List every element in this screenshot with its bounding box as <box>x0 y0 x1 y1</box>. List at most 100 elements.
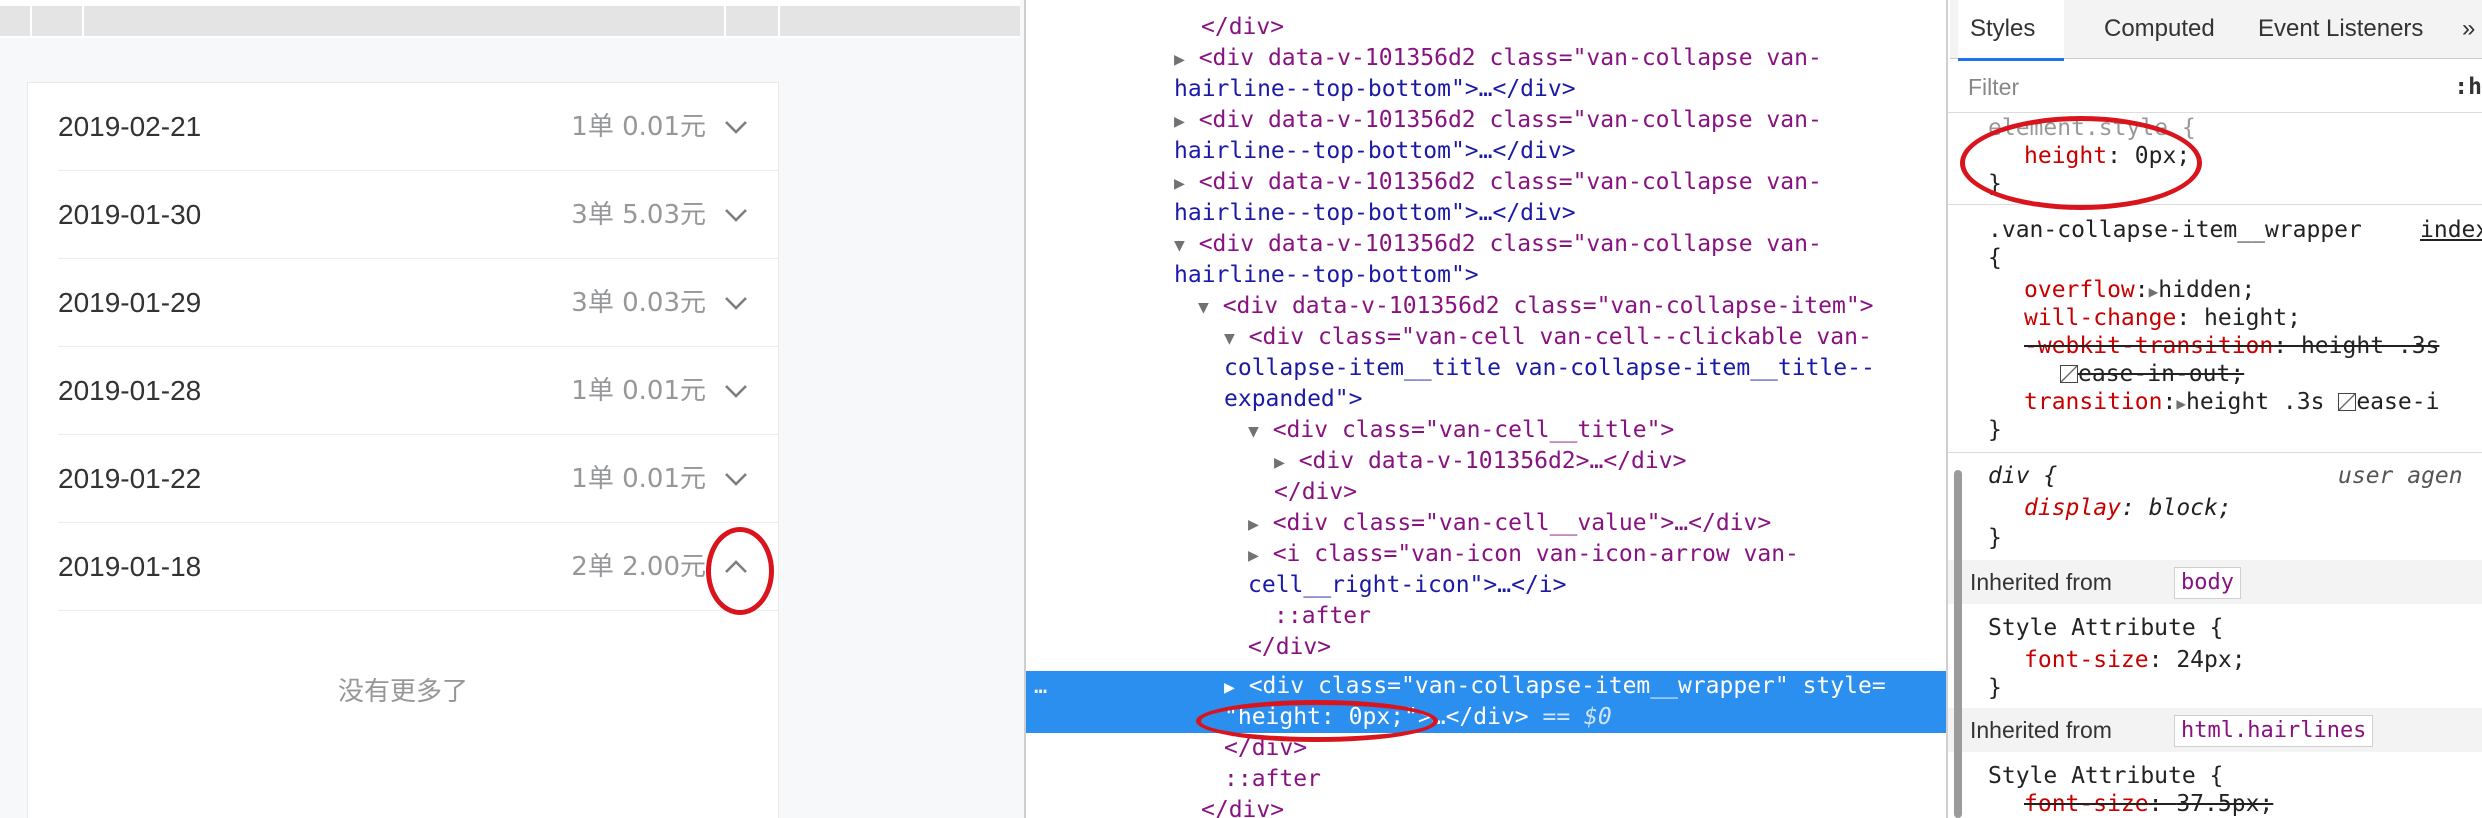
tab-overflow-chevron-icon[interactable]: » <box>2462 0 2475 58</box>
chevron-down-icon[interactable] <box>722 113 750 141</box>
expanded-triangle-icon[interactable]: ▼ <box>1224 328 1235 349</box>
collapse-row[interactable]: 2019-01-29 3单 0.03元 <box>28 259 778 347</box>
more-options-icon[interactable]: … <box>1034 671 1047 702</box>
rule-selector: Style Attribute { <box>1988 615 2224 641</box>
inherited-label: Inherited from <box>1970 569 2112 595</box>
dom-line[interactable]: ▶ <div data-v-101356d2 class="van-collap… <box>1174 43 1948 74</box>
css-declaration: display: block; <box>2024 495 2232 521</box>
collapse-row[interactable]: 2019-02-21 1单 0.01元 <box>28 83 778 171</box>
rule-source: user agen <box>2338 463 2463 489</box>
dom-line-cont[interactable]: collapse-item__title van-collapse-item__… <box>1224 353 1948 384</box>
dom-line[interactable]: ▶ <div data-v-101356d2 class="van-collap… <box>1174 105 1948 136</box>
divider <box>1948 112 2482 113</box>
rule-selector: .van-collapse-item__wrapper <box>1988 217 2362 243</box>
collapse-list: 2019-02-21 1单 0.01元 2019-01-30 3单 5.03元 … <box>28 83 778 818</box>
chevron-down-icon[interactable] <box>722 465 750 493</box>
tab-computed[interactable]: Computed <box>2104 0 2215 58</box>
row-date: 2019-01-18 <box>58 551 202 582</box>
dom-line[interactable]: ▶ <div data-v-101356d2>…</div> <box>1274 446 1948 477</box>
expanded-triangle-icon[interactable]: ▼ <box>1248 421 1259 442</box>
rule-close: } <box>1988 417 2002 443</box>
styles-filter-input[interactable]: Filter :h <box>1968 66 2482 108</box>
styles-scrollbar[interactable] <box>1954 470 1962 818</box>
easing-editor-icon[interactable] <box>2338 393 2357 411</box>
dom-line[interactable]: ▼ <div data-v-101356d2 class="van-collap… <box>1198 291 1948 322</box>
collapse-row[interactable]: 2019-01-22 1单 0.01元 <box>28 435 778 523</box>
collapsed-triangle-icon[interactable]: ▶ <box>1174 49 1185 70</box>
preview-tab-strip <box>0 6 1020 36</box>
collapse-row[interactable]: 2019-01-28 1单 0.01元 <box>28 347 778 435</box>
rule-close: } <box>1988 525 2002 551</box>
collapsed-triangle-icon[interactable]: ▶ <box>1274 452 1285 473</box>
dom-line[interactable]: ▶ <i class="van-icon van-icon-arrow van- <box>1248 539 1948 570</box>
dom-line[interactable]: ▶ <div class="van-collapse-item__wrapper… <box>1224 671 1948 702</box>
hover-state-toggle[interactable]: :h <box>2454 66 2482 108</box>
css-declaration[interactable]: overflow:▶hidden; <box>2024 276 2255 304</box>
preview-tab[interactable] <box>82 6 724 36</box>
easing-editor-icon[interactable] <box>2060 365 2078 383</box>
expanded-triangle-icon[interactable]: ▼ <box>1174 235 1185 256</box>
rule-selector: Style Attribute { <box>1988 763 2224 789</box>
dom-line[interactable]: </div> <box>1201 12 1948 43</box>
dom-line[interactable]: ▼ <div class="van-cell__title"> <box>1248 415 1948 446</box>
css-declaration[interactable]: will-change: height; <box>2024 304 2301 332</box>
dom-line[interactable]: </div> <box>1248 632 1948 663</box>
inherited-node-link[interactable]: html.hairlines <box>2174 715 2374 747</box>
preview-tab[interactable] <box>724 6 778 36</box>
selected-node[interactable]: … ▶ <div class="van-collapse-item__wrapp… <box>1026 671 1948 733</box>
collapsed-triangle-icon[interactable]: ▶ <box>1224 677 1235 698</box>
css-declaration-overridden[interactable]: ease-in-out; <box>2060 360 2244 388</box>
filter-placeholder: Filter <box>1968 74 2020 100</box>
chevron-down-icon[interactable] <box>722 201 750 229</box>
collapsed-triangle-icon[interactable]: ▶ <box>1174 111 1185 132</box>
inherited-header: Inherited from body <box>1948 560 2482 604</box>
dom-line[interactable]: </div> <box>1201 795 1948 818</box>
dom-line[interactable]: ▼ <div class="van-cell van-cell--clickab… <box>1224 322 1948 353</box>
css-declaration-overridden[interactable]: -webkit-transition: height .3s <box>2024 332 2439 360</box>
row-summary: 1单 0.01元 <box>571 464 706 494</box>
inherited-header: Inherited from html.hairlines <box>1948 708 2482 752</box>
dom-line[interactable]: ▶ <div class="van-cell__value">…</div> <box>1248 508 1948 539</box>
annotation-circle <box>1960 116 2202 210</box>
css-declaration[interactable]: transition:▶height .3s ease-i <box>2024 388 2439 416</box>
collapsed-triangle-icon[interactable]: ▶ <box>1248 514 1259 535</box>
dom-line[interactable]: </div> <box>1274 477 1948 508</box>
dom-line-cont[interactable]: cell__right-icon">…</i> <box>1248 570 1948 601</box>
css-declaration[interactable]: font-size: 24px; <box>2024 646 2246 674</box>
tab-styles[interactable]: Styles <box>1970 0 2035 58</box>
css-declaration-overridden[interactable]: font-size: 37.5px; <box>2024 790 2273 818</box>
inherited-label: Inherited from <box>1970 717 2112 743</box>
row-summary: 2单 2.00元 <box>571 552 706 582</box>
chevron-down-icon[interactable] <box>722 289 750 317</box>
collapsed-triangle-icon[interactable]: ▶ <box>1248 545 1259 566</box>
inherited-node-link[interactable]: body <box>2174 567 2241 599</box>
preview-tab[interactable] <box>30 6 82 36</box>
dom-line-cont[interactable]: hairline--top-bottom">…</div> <box>1174 74 1948 105</box>
collapsed-triangle-icon[interactable]: ▶ <box>1174 173 1185 194</box>
elements-panel: </div> ▶ <div data-v-101356d2 class="van… <box>1024 0 1948 818</box>
dom-line-cont[interactable]: hairline--top-bottom">…</div> <box>1174 136 1948 167</box>
row-date: 2019-01-22 <box>58 463 202 494</box>
annotation-circle <box>706 527 774 615</box>
dom-line-cont[interactable]: hairline--top-bottom"> <box>1174 260 1948 291</box>
dom-line[interactable]: ▼ <div data-v-101356d2 class="van-collap… <box>1174 229 1948 260</box>
rule-open: { <box>1988 245 2002 271</box>
row-divider <box>58 610 778 611</box>
dom-line-cont[interactable]: expanded"> <box>1224 384 1948 415</box>
annotation-circle <box>1196 700 1438 742</box>
row-date: 2019-01-28 <box>58 375 202 406</box>
row-date: 2019-01-30 <box>58 199 202 230</box>
tab-event-listeners[interactable]: Event Listeners <box>2258 0 2423 58</box>
collapse-row-expanded[interactable]: 2019-01-18 2单 2.00元 <box>28 523 778 611</box>
dom-pseudo[interactable]: ::after <box>1274 601 1948 632</box>
collapse-row[interactable]: 2019-01-30 3单 5.03元 <box>28 171 778 259</box>
dom-pseudo[interactable]: ::after <box>1224 764 1948 795</box>
expanded-triangle-icon[interactable]: ▼ <box>1198 297 1209 318</box>
row-summary: 3单 5.03元 <box>571 200 706 230</box>
rule-source-link[interactable]: index <box>2420 216 2482 244</box>
dom-line-cont[interactable]: hairline--top-bottom">…</div> <box>1174 198 1948 229</box>
chevron-down-icon[interactable] <box>722 377 750 405</box>
dom-line[interactable]: ▶ <div data-v-101356d2 class="van-collap… <box>1174 167 1948 198</box>
preview-tab[interactable] <box>778 6 810 36</box>
mobile-preview: 2019-02-21 1单 0.01元 2019-01-30 3单 5.03元 … <box>0 0 1024 818</box>
